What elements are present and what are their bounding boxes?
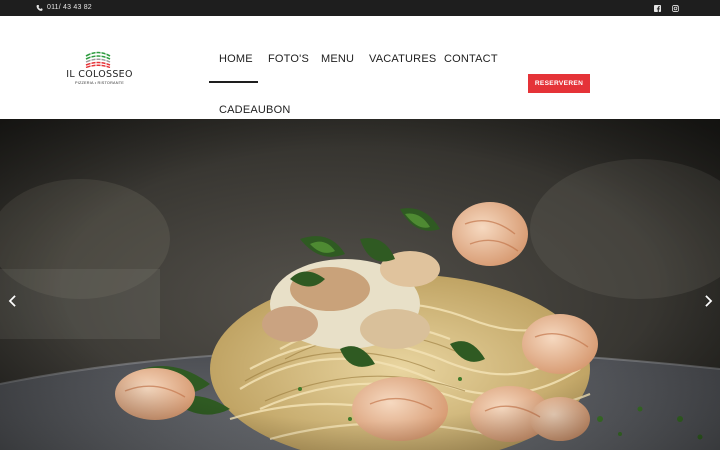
nav-vacatures[interactable]: VACATURES [369, 52, 436, 66]
instagram-link[interactable] [671, 4, 679, 12]
active-nav-indicator [209, 81, 258, 83]
colosseum-logo-icon [85, 50, 111, 68]
facebook-icon [653, 4, 661, 12]
logo-tagline: PIZZERIA • RISTORANTE [75, 81, 124, 85]
nav-home[interactable]: HOME [219, 52, 253, 66]
chevron-left-icon [8, 295, 16, 307]
hero-slider [0, 119, 720, 450]
site-header: IL COLOSSEO PIZZERIA • RISTORANTE HOME F… [0, 16, 720, 119]
chevron-right-icon [704, 295, 712, 307]
reserve-button[interactable]: RESERVEREN [528, 74, 590, 93]
slider-next-button[interactable] [701, 294, 715, 308]
slider-prev-button[interactable] [5, 294, 19, 308]
phone-icon [36, 4, 43, 11]
nav-contact[interactable]: CONTACT [444, 52, 498, 66]
logo[interactable]: IL COLOSSEO PIZZERIA • RISTORANTE [62, 50, 137, 100]
nav-menu[interactable]: MENU [321, 52, 354, 66]
nav-cadeaubon[interactable]: CADEAUBON [219, 103, 290, 117]
facebook-link[interactable] [653, 4, 661, 12]
phone-contact[interactable]: 011/ 43 43 82 [36, 3, 92, 13]
top-bar: 011/ 43 43 82 [0, 0, 720, 16]
hero-food-image [0, 119, 720, 450]
phone-number: 011/ 43 43 82 [47, 4, 92, 11]
nav-fotos[interactable]: FOTO'S [268, 52, 309, 66]
logo-name: IL COLOSSEO [66, 69, 133, 80]
instagram-icon [671, 4, 679, 12]
